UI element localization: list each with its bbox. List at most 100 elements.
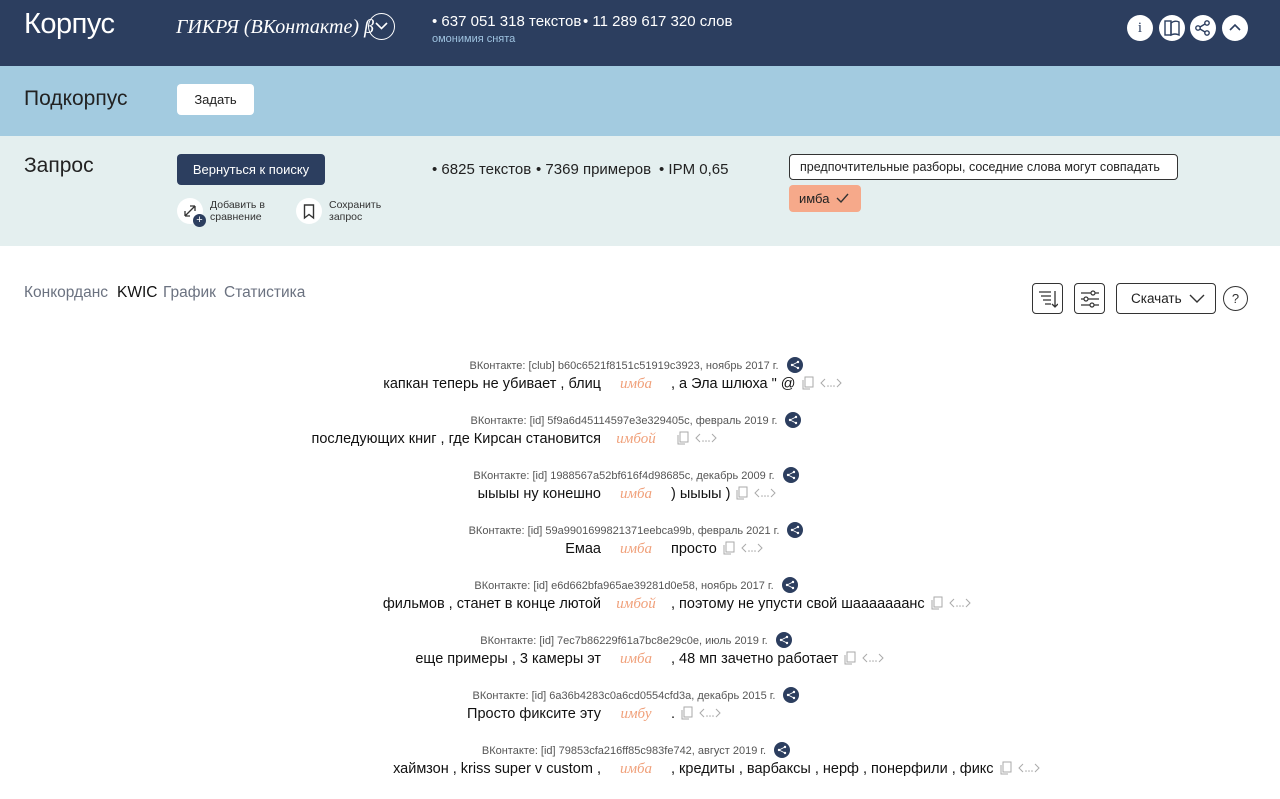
copy-icon[interactable] xyxy=(1000,761,1012,775)
share-button[interactable] xyxy=(1190,15,1216,41)
sort-icon xyxy=(1039,291,1058,308)
share-example-button[interactable] xyxy=(787,522,804,538)
info-button[interactable]: i xyxy=(1127,15,1153,41)
source-label[interactable]: ВКонтакте: [id] 1988567a52bf616f4d98685c… xyxy=(473,470,774,482)
copy-icon[interactable] xyxy=(931,596,943,610)
share-icon xyxy=(1195,20,1210,36)
source-label[interactable]: ВКонтакте: [club] b60c6521f8151c51919c39… xyxy=(469,360,778,372)
right-context: . xyxy=(671,706,721,722)
expand-context-icon[interactable] xyxy=(862,652,884,664)
right-context-text: , поэтому не упусти свой шааааааанс xyxy=(671,596,925,612)
left-context: Просто фиксите эту xyxy=(467,706,601,722)
subcorpus-panel: Подкорпус Задать xyxy=(0,66,1280,136)
chevron-up-icon xyxy=(1229,23,1241,31)
tab-statistics[interactable]: Статистика xyxy=(224,284,305,302)
download-button[interactable]: Скачать xyxy=(1116,283,1216,314)
source-label[interactable]: ВКонтакте: [id] e6d662bfa965ae39281d0e58… xyxy=(474,580,773,592)
right-context: просто xyxy=(671,541,763,557)
corpus-name[interactable]: ГИКРЯ (ВКонтакте) β xyxy=(176,16,374,39)
expand-context-icon[interactable] xyxy=(741,542,763,554)
left-context: хаймзон , kriss super v custom , xyxy=(393,761,601,777)
left-context: последующих книг , где Кирсан становится xyxy=(311,431,602,447)
copy-icon[interactable] xyxy=(723,541,735,555)
expand-context-icon[interactable] xyxy=(948,597,971,609)
share-example-button[interactable] xyxy=(785,412,802,428)
brand-title[interactable]: Корпус xyxy=(24,8,115,41)
source-meta: ВКонтакте: [id] 5f9a6d45114597e3e329405c… xyxy=(0,412,1272,429)
copy-icon[interactable] xyxy=(802,376,814,390)
share-icon xyxy=(786,470,795,480)
keyword[interactable]: имба xyxy=(603,761,669,778)
help-button[interactable]: ? xyxy=(1223,286,1248,311)
source-label[interactable]: ВКонтакте: [id] 79853cfa216ff85c983fe742… xyxy=(482,745,766,757)
share-example-button[interactable] xyxy=(783,687,800,703)
keyword[interactable]: имба xyxy=(603,651,669,668)
query-title: Запрос xyxy=(24,154,94,177)
lemma-tag[interactable]: имба xyxy=(789,185,861,212)
share-example-button[interactable] xyxy=(775,632,792,648)
corpus-texts-count: • 637 051 318 текстов xyxy=(432,13,582,30)
share-icon xyxy=(790,360,799,370)
query-ipm: • IPM 0,65 xyxy=(659,161,729,178)
expand-context-icon[interactable] xyxy=(819,377,842,389)
copy-icon[interactable] xyxy=(844,651,856,665)
share-example-button[interactable] xyxy=(782,467,799,483)
right-context-text: , 48 мп зачетно работает xyxy=(671,651,839,667)
right-context xyxy=(671,431,717,447)
lemma-label: имба xyxy=(799,191,830,206)
kwic-row: ВКонтакте: [id] e6d662bfa965ae39281d0e58… xyxy=(0,577,1280,633)
expand-context-icon[interactable] xyxy=(1017,762,1040,774)
query-texts-count: • 6825 текстов xyxy=(432,161,532,178)
chevron-down-icon xyxy=(1189,294,1205,303)
plus-icon: + xyxy=(193,214,206,227)
keyword[interactable]: имбой xyxy=(603,596,669,613)
share-example-button[interactable] xyxy=(774,742,791,758)
left-context: капкан теперь не убивает , блиц xyxy=(383,376,601,392)
tab-graph[interactable]: График xyxy=(163,284,216,302)
homonymy-note: омонимия снята xyxy=(432,33,516,45)
save-query-button[interactable] xyxy=(296,198,322,224)
keyword[interactable]: имба xyxy=(603,376,669,393)
keyword[interactable]: имба xyxy=(603,541,669,558)
share-icon xyxy=(777,745,787,755)
collapse-button[interactable] xyxy=(1222,15,1248,41)
set-subcorpus-button[interactable]: Задать xyxy=(177,84,254,115)
add-compare-button[interactable]: + xyxy=(177,198,206,227)
share-example-button[interactable] xyxy=(781,577,798,593)
source-label[interactable]: ВКонтакте: [id] 5f9a6d45114597e3e329405c… xyxy=(471,415,778,427)
expand-context-icon[interactable] xyxy=(699,707,721,719)
save-query-label[interactable]: Сохранить запрос xyxy=(329,199,389,223)
source-label[interactable]: ВКонтакте: [id] 59a9901699821371eebca99b… xyxy=(469,525,780,537)
add-compare-label[interactable]: Добавить в сравнение xyxy=(210,199,280,223)
query-panel: Запрос Вернуться к поиску • 6825 текстов… xyxy=(0,136,1280,246)
keyword[interactable]: имбу xyxy=(603,706,669,723)
sort-button[interactable] xyxy=(1032,283,1063,314)
chevron-down-icon xyxy=(375,22,388,30)
copy-icon[interactable] xyxy=(736,486,748,500)
info-icon: i xyxy=(1137,20,1143,36)
source-label[interactable]: ВКонтакте: [id] 6a36b4283c0a6cd0554cfd3a… xyxy=(473,690,776,702)
left-context: ыыыы ну конешно xyxy=(477,486,601,502)
tab-concordance[interactable]: Конкорданс xyxy=(24,284,108,302)
copy-icon[interactable] xyxy=(681,706,693,720)
kwic-row: ВКонтакте: [id] 7ec7b86229f61a7bc8e29c0e… xyxy=(0,632,1280,688)
tab-kwic[interactable]: KWIC xyxy=(117,284,157,302)
expand-context-icon[interactable] xyxy=(695,432,717,444)
copy-icon[interactable] xyxy=(677,431,689,445)
filter-settings-button[interactable] xyxy=(1074,283,1105,314)
back-to-search-button[interactable]: Вернуться к поиску xyxy=(177,154,325,185)
keyword[interactable]: имба xyxy=(603,486,669,503)
book-icon xyxy=(1164,20,1180,37)
source-label[interactable]: ВКонтакте: [id] 7ec7b86229f61a7bc8e29c0e… xyxy=(480,635,767,647)
expand-context-icon[interactable] xyxy=(754,487,777,499)
corpus-select-button[interactable] xyxy=(368,13,395,40)
right-context-text: просто xyxy=(671,541,717,557)
download-label: Скачать xyxy=(1131,291,1182,306)
subcorpus-title: Подкорпус xyxy=(24,87,128,110)
query-options[interactable]: предпочтительные разборы, соседние слова… xyxy=(789,154,1178,180)
right-context-text: , а Эла шлюха " @ xyxy=(671,376,796,392)
right-context: , кредиты , варбаксы , нерф , понерфили … xyxy=(671,761,1040,777)
book-button[interactable] xyxy=(1159,15,1185,41)
keyword[interactable]: имбой xyxy=(603,431,669,448)
share-example-button[interactable] xyxy=(786,357,803,373)
